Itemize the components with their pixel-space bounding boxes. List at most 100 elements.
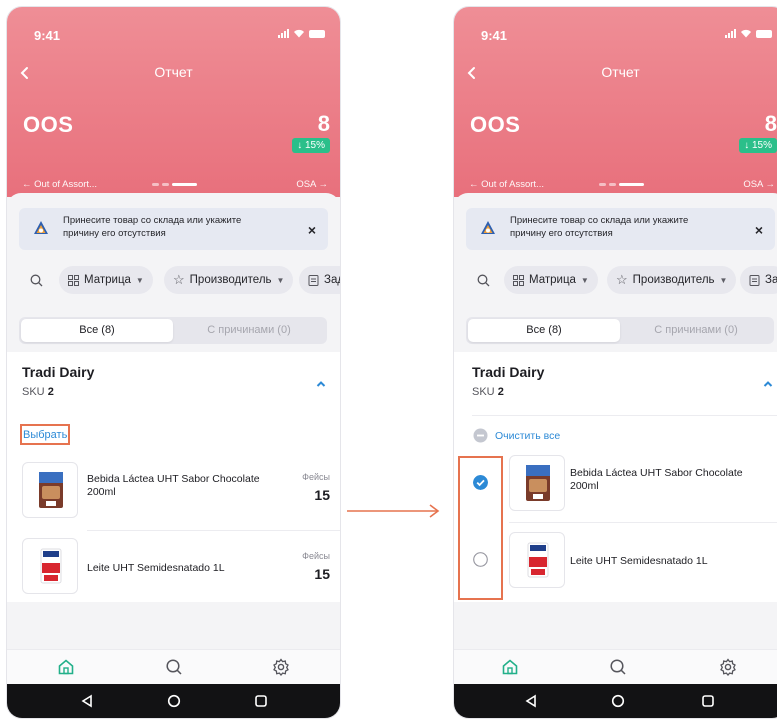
chevron-up-icon[interactable]	[316, 380, 326, 388]
home-icon[interactable]	[57, 658, 75, 676]
notice-banner: Принесите товар со склада или укажите пр…	[19, 208, 328, 250]
status-time: 9:41	[481, 28, 508, 43]
group-title: Tradi Dairy	[22, 364, 95, 380]
product-name: Leite UHT Semidesnatado 1L	[570, 555, 708, 567]
filter-bar: Матрица ▼ ☆ Производитель ▼ Зад	[21, 266, 340, 296]
filter-chip-tasks[interactable]: За	[740, 266, 777, 294]
faces-label: Фейсы	[302, 551, 330, 561]
faces-label: Фейсы	[302, 472, 330, 482]
metric-value: 8	[764, 111, 777, 136]
product-row[interactable]: Bebida Láctea UHT Sabor Chocolate 200ml …	[7, 462, 340, 522]
filter-chip-manufacturer[interactable]: ☆ Производитель ▼	[607, 266, 737, 294]
product-row[interactable]: Leite UHT Semidesnatado 1L Фейсы 15	[7, 538, 340, 598]
report-header: 9:41 Отчет OOS 8 ↓ 15% ← Out of Assort..…	[7, 7, 340, 197]
phone-screen-before: 9:41 Отчет OOS 8 ↓ 15% ← Out of Assort..…	[6, 6, 341, 719]
search-filter-button[interactable]	[21, 266, 51, 294]
clipboard-icon	[749, 275, 760, 286]
signal-icon	[725, 29, 736, 38]
search-icon[interactable]	[609, 658, 627, 676]
wifi-icon	[294, 29, 304, 38]
metric-name: OOS	[23, 112, 74, 137]
tab-all[interactable]: Все (8)	[468, 319, 620, 342]
search-icon[interactable]	[165, 658, 183, 676]
group-card: Tradi Dairy SKU 2 Выбрать Bebida Láctea …	[7, 352, 340, 602]
group-title: Tradi Dairy	[472, 364, 545, 380]
minus-circle-icon	[473, 428, 488, 443]
metric-pager	[152, 183, 197, 186]
filter-chip-label: Матрица	[84, 274, 131, 286]
section-divider	[472, 415, 777, 416]
product-name: Bebida Láctea UHT Sabor Chocolate 200ml	[87, 473, 260, 498]
select-button[interactable]: Выбрать	[20, 424, 71, 445]
nav-home-icon[interactable]	[167, 694, 181, 708]
selection-highlight	[458, 456, 503, 600]
tab-with-reasons[interactable]: С причинами (0)	[620, 319, 772, 342]
faces-value: 15	[314, 487, 330, 503]
page-title: Отчет	[154, 64, 193, 80]
chevron-up-icon[interactable]	[763, 380, 773, 388]
home-icon[interactable]	[501, 658, 519, 676]
filter-chip-matrix[interactable]: Матрица ▼	[504, 266, 598, 294]
nav-recents-icon[interactable]	[701, 694, 715, 708]
product-name: Bebida Láctea UHT Sabor Chocolate 200ml	[570, 467, 743, 492]
status-icons	[278, 29, 325, 38]
gear-icon[interactable]	[719, 658, 737, 676]
battery-icon	[309, 29, 325, 38]
notice-logo-icon	[34, 221, 48, 234]
status-icons	[725, 29, 772, 38]
grid-icon	[68, 274, 79, 286]
product-image	[509, 455, 565, 511]
prev-metric-link[interactable]: ← Out of Assort...	[22, 179, 97, 190]
metric-delta-badge: ↓ 15%	[292, 138, 330, 153]
page-title: Отчет	[601, 64, 640, 80]
tab-with-reasons[interactable]: С причинами (0)	[173, 319, 325, 342]
tab-all[interactable]: Все (8)	[21, 319, 173, 342]
content-sheet: Принесите товар со склада или укажите пр…	[7, 193, 340, 718]
product-image	[22, 538, 78, 594]
report-header: 9:41 Отчет OOS 8 ↓ 15% ← Out of Assort..…	[454, 7, 777, 197]
content-sheet: Принесите товар со склада или укажите пр…	[454, 193, 777, 718]
filter-chip-label: За	[765, 274, 777, 286]
signal-icon	[278, 29, 289, 38]
row-divider	[509, 522, 777, 523]
nav-back-icon[interactable]	[80, 694, 94, 708]
status-time: 9:41	[34, 28, 61, 43]
bottom-tab-bar	[7, 649, 340, 684]
nav-home-icon[interactable]	[611, 694, 625, 708]
battery-icon	[756, 29, 772, 38]
filter-chip-tasks[interactable]: Зад	[299, 266, 340, 294]
filter-chip-manufacturer[interactable]: ☆ Производитель ▼	[164, 266, 294, 294]
chevron-down-icon: ▼	[135, 275, 144, 285]
search-icon	[30, 274, 42, 286]
row-divider	[87, 530, 340, 531]
filter-chip-matrix[interactable]: Матрица ▼	[59, 266, 153, 294]
close-icon[interactable]: ×	[755, 222, 763, 238]
nav-back-icon[interactable]	[524, 694, 538, 708]
prev-metric-link[interactable]: ← Out of Assort...	[469, 179, 544, 190]
system-nav-bar	[454, 684, 777, 718]
search-filter-button[interactable]	[468, 266, 498, 294]
next-metric-link[interactable]: OSA →	[296, 179, 328, 190]
next-metric-link[interactable]: OSA →	[743, 179, 775, 190]
bottom-tab-bar	[454, 649, 777, 684]
metric-pager	[599, 183, 644, 186]
search-icon	[477, 274, 489, 286]
star-icon: ☆	[616, 272, 628, 287]
gear-icon[interactable]	[272, 658, 290, 676]
system-nav-bar	[7, 684, 340, 718]
grid-icon	[513, 274, 524, 286]
clear-all-button[interactable]: Очистить все	[473, 428, 560, 443]
sku-count: SKU 2	[22, 386, 54, 398]
segmented-control: Все (8) С причинами (0)	[19, 317, 327, 344]
sku-count: SKU 2	[472, 386, 504, 398]
close-icon[interactable]: ×	[308, 222, 316, 238]
star-icon: ☆	[173, 272, 185, 287]
faces-value: 15	[314, 566, 330, 582]
chevron-down-icon: ▼	[719, 275, 728, 285]
phone-screen-after: 9:41 Отчет OOS 8 ↓ 15% ← Out of Assort..…	[453, 6, 777, 719]
nav-recents-icon[interactable]	[254, 694, 268, 708]
filter-chip-label: Матрица	[529, 274, 576, 286]
product-image	[509, 532, 565, 588]
filter-chip-label: Зад	[324, 274, 340, 286]
clipboard-icon	[308, 275, 319, 286]
